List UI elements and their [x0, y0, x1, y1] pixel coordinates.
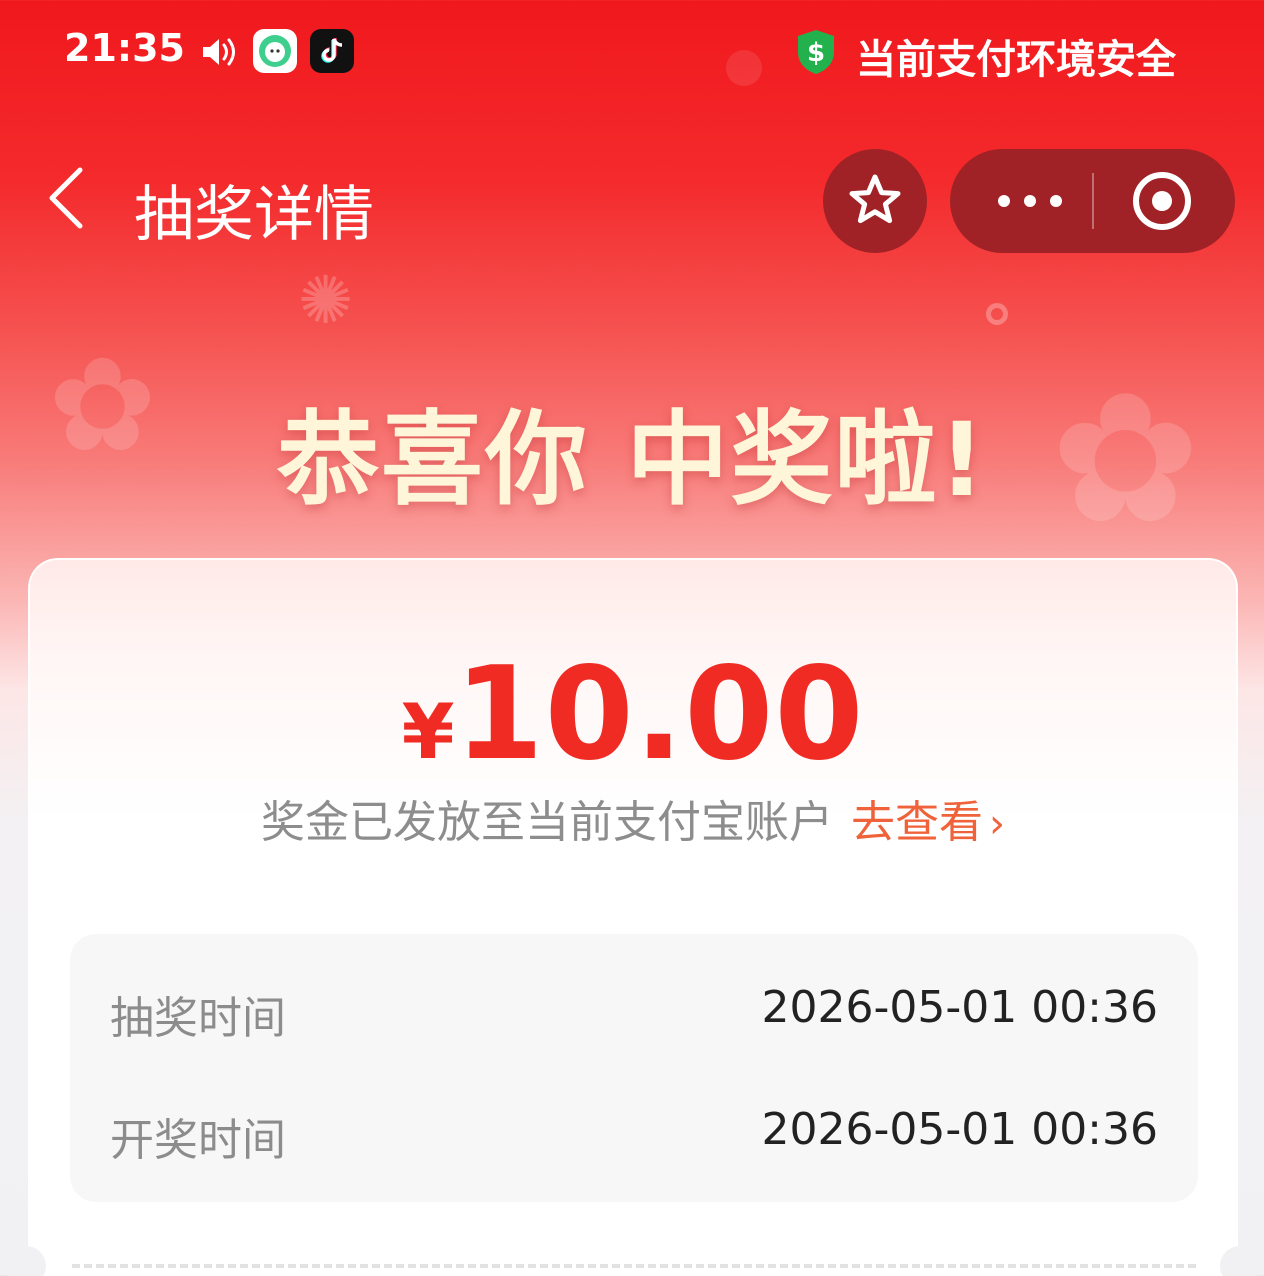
more-dots-icon[interactable] — [992, 179, 1068, 223]
speaker-icon — [203, 38, 235, 66]
star-icon — [849, 174, 901, 224]
draw-time-value: 2026-05-01 00:36 — [761, 982, 1159, 1033]
draw-time-label: 抽奖时间 — [110, 993, 286, 1044]
favorite-button[interactable] — [823, 149, 927, 253]
prize-notice-row: 奖金已发放至当前支付宝账户 去查看 › — [30, 786, 1236, 850]
result-time-label: 开奖时间 — [110, 1115, 286, 1166]
draw-details-panel: 抽奖时间 2026-05-01 00:36 开奖时间 2026-05-01 00… — [70, 934, 1198, 1202]
shield-dollar-icon: $ — [798, 30, 834, 74]
status-bar: 21:35 $ 当前支付环境安全 — [0, 0, 1264, 100]
view-account-link[interactable]: 去查看 — [851, 797, 983, 848]
prize-card: ¥10.00 奖金已发放至当前支付宝账户 去查看 › 抽奖时间 2026-05-01… — [6, 558, 1260, 1276]
currency-symbol: ¥ — [401, 687, 455, 776]
svg-text:$: $ — [807, 38, 825, 68]
ticket-notch-left — [6, 1246, 46, 1276]
page-title: 抽奖详情 — [134, 180, 374, 250]
status-time: 21:35 — [64, 26, 185, 70]
tiktok-icon — [310, 29, 354, 73]
congrats-headline: 恭喜你 中奖啦! — [276, 401, 988, 520]
ticket-dashed-divider — [72, 1264, 1196, 1268]
flower-decoration-icon: ✺ — [298, 262, 354, 339]
mini-program-capsule — [950, 149, 1235, 253]
prize-notice-text: 奖金已发放至当前支付宝账户 — [261, 797, 833, 848]
result-time-value: 2026-05-01 00:36 — [761, 1104, 1159, 1155]
capsule-divider — [1092, 173, 1094, 229]
chevron-right-icon[interactable]: › — [989, 801, 1005, 847]
back-chevron-icon[interactable] — [40, 162, 92, 234]
prize-amount: 10.00 — [454, 640, 865, 789]
security-status-text: 当前支付环境安全 — [856, 37, 1176, 83]
prize-amount-row: ¥10.00 — [30, 640, 1236, 789]
ticket-notch-right — [1220, 1246, 1260, 1276]
messaging-app-icon — [253, 29, 297, 73]
target-circle-icon[interactable] — [1130, 169, 1194, 233]
ring-decoration — [986, 303, 1008, 325]
